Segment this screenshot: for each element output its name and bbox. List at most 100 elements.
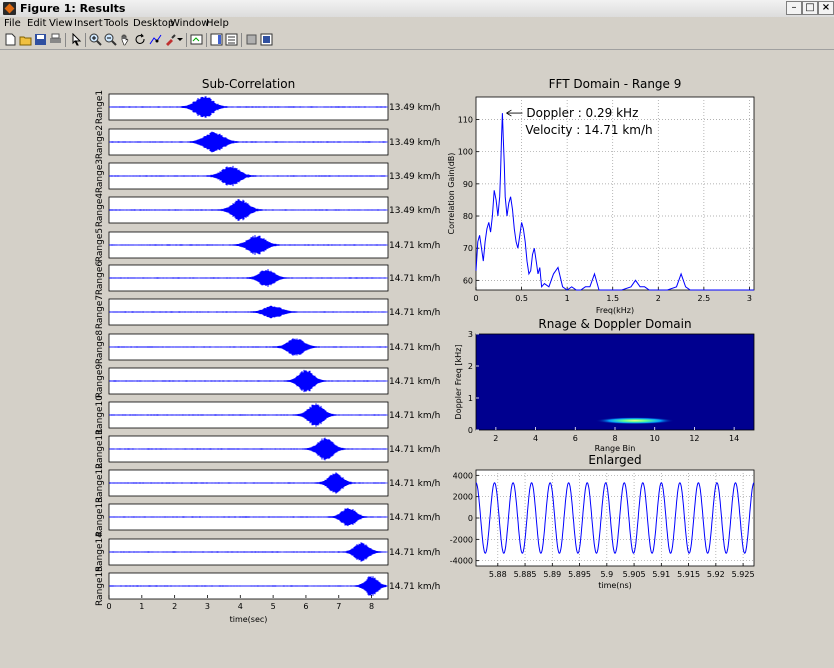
zoom-in-icon[interactable] — [89, 33, 102, 46]
menu-insert[interactable]: Insert — [74, 18, 103, 29]
title-bar: Figure 1: Results – □ × — [0, 0, 834, 18]
ytick-label-heatmap: 1 — [468, 394, 473, 403]
xtick-label-enlarged: 5.885 — [514, 570, 537, 579]
hide-tools-icon[interactable] — [245, 33, 258, 46]
xtick-label-subcorr: 1 — [139, 602, 144, 611]
ytick-label-fft: 110 — [458, 116, 473, 125]
xtick-label-heatmap: 12 — [689, 434, 699, 443]
menu-desktop[interactable]: Desktop — [133, 18, 174, 29]
chart-title-range-doppler: Rnage & Doppler Domain — [538, 317, 691, 331]
xtick-label-subcorr: 6 — [303, 602, 308, 611]
xtick-label-enlarged: 5.91 — [652, 570, 670, 579]
toolbar-separator — [186, 33, 187, 47]
ylabel-range13: Range13 — [95, 497, 105, 537]
xtick-label-fft: 2.5 — [698, 294, 711, 303]
ylabel-range8: Range8 — [95, 330, 105, 365]
legend-icon[interactable] — [225, 33, 238, 46]
speed-label-range15: 14.71 km/h — [389, 582, 440, 592]
speed-label-range13: 14.71 km/h — [389, 513, 440, 523]
menu-tools[interactable]: Tools — [104, 18, 129, 29]
toolbar-separator — [241, 33, 242, 47]
speed-label-range8: 14.71 km/h — [389, 343, 440, 353]
ytick-label-fft: 80 — [463, 212, 473, 221]
ytick-label-heatmap: 3 — [468, 330, 473, 339]
menu-view[interactable]: View — [49, 18, 73, 29]
ytick-label-enlarged: -2000 — [450, 535, 473, 544]
xtick-label-subcorr: 8 — [369, 602, 374, 611]
open-folder-icon[interactable] — [19, 33, 32, 46]
data-cursor-icon[interactable] — [149, 33, 162, 46]
xtick-label-subcorr: 4 — [238, 602, 243, 611]
xtick-label-fft: 1.5 — [606, 294, 619, 303]
ytick-label-enlarged: 2000 — [453, 493, 473, 502]
annotation-velocity: Velocity : 14.71 km/h — [525, 123, 652, 137]
colorbar-icon[interactable] — [210, 33, 223, 46]
ytick-label-enlarged: -4000 — [450, 557, 473, 566]
xtick-label-enlarged: 5.895 — [568, 570, 591, 579]
rotate-icon[interactable] — [134, 33, 147, 46]
chevron-down-icon[interactable] — [177, 33, 183, 46]
maximize-button[interactable]: □ — [802, 1, 818, 15]
speed-label-range6: 14.71 km/h — [389, 274, 440, 284]
speed-label-range10: 14.71 km/h — [389, 411, 440, 421]
print-icon[interactable] — [49, 33, 62, 46]
menu-window[interactable]: Window — [170, 18, 209, 29]
minimize-button[interactable]: – — [786, 1, 802, 15]
heatmap-peak — [595, 417, 675, 425]
new-file-icon[interactable] — [4, 33, 17, 46]
xtick-label-fft: 3 — [747, 294, 752, 303]
menu-file[interactable]: File — [4, 18, 21, 29]
xtick-label-enlarged: 5.92 — [707, 570, 725, 579]
toolbar-separator — [206, 33, 207, 47]
xtick-label-heatmap: 14 — [729, 434, 739, 443]
xtick-label-subcorr: 2 — [172, 602, 177, 611]
ylabel-range5: Range5 — [95, 228, 105, 262]
xtick-label-enlarged: 5.9 — [600, 570, 613, 579]
xtick-label-enlarged: 5.915 — [677, 570, 700, 579]
xlabel-subcorrelation: time(sec) — [230, 615, 268, 624]
speed-label-range9: 14.71 km/h — [389, 377, 440, 387]
ytick-label-enlarged: 0 — [468, 514, 473, 523]
zoom-out-icon[interactable] — [104, 33, 117, 46]
xtick-label-enlarged: 5.88 — [489, 570, 507, 579]
ylabel-range7: Range7 — [95, 295, 105, 329]
ylabel-range10: Range10 — [95, 395, 105, 435]
speed-label-range12: 14.71 km/h — [389, 479, 440, 489]
ytick-label-heatmap: 2 — [468, 362, 473, 371]
menu-help[interactable]: Help — [206, 18, 229, 29]
xtick-label-heatmap: 2 — [493, 434, 498, 443]
brush-icon[interactable] — [164, 33, 177, 46]
speed-label-range2: 13.49 km/h — [389, 138, 440, 148]
toolbar-separator — [65, 33, 66, 47]
xtick-label-enlarged: 5.925 — [732, 570, 755, 579]
ytick-label-fft: 100 — [458, 148, 473, 157]
close-button[interactable]: × — [818, 1, 834, 15]
save-icon[interactable] — [34, 33, 47, 46]
menu-bar: File Edit View Insert Tools Desktop Wind… — [0, 17, 834, 31]
annotation-doppler: Doppler : 0.29 kHz — [526, 106, 638, 120]
ytick-label-enlarged: 4000 — [453, 471, 473, 480]
ytick-label-fft: 70 — [463, 244, 473, 253]
figure-canvas: Sub-Correlation Range1 13.49 km/h Range2 13.… — [95, 77, 755, 624]
show-tools-icon[interactable] — [260, 33, 273, 46]
menu-edit[interactable]: Edit — [27, 18, 46, 29]
chart-title-fft: FFT Domain - Range 9 — [549, 77, 682, 91]
ylabel-range12: Range12 — [95, 463, 105, 503]
xtick-label-subcorr: 5 — [271, 602, 276, 611]
ylabel-range4: Range4 — [95, 193, 105, 228]
ylabel-range3: Range3 — [95, 159, 105, 193]
speed-label-range5: 14.71 km/h — [389, 241, 440, 251]
ylabel-range6: Range6 — [95, 261, 105, 296]
ytick-label-heatmap: 0 — [468, 426, 473, 435]
speed-label-range4: 13.49 km/h — [389, 206, 440, 216]
pointer-icon[interactable] — [70, 33, 83, 46]
xtick-label-subcorr: 0 — [106, 602, 111, 611]
xtick-label-heatmap: 6 — [573, 434, 578, 443]
xtick-label-heatmap: 10 — [650, 434, 660, 443]
pan-icon[interactable] — [119, 33, 132, 46]
speed-label-range1: 13.49 km/h — [389, 103, 440, 113]
ylabel-range1: Range1 — [95, 90, 105, 124]
ylabel-range14: Range14 — [95, 532, 105, 572]
matlab-figure-icon — [3, 2, 16, 15]
link-icon[interactable] — [190, 33, 203, 46]
